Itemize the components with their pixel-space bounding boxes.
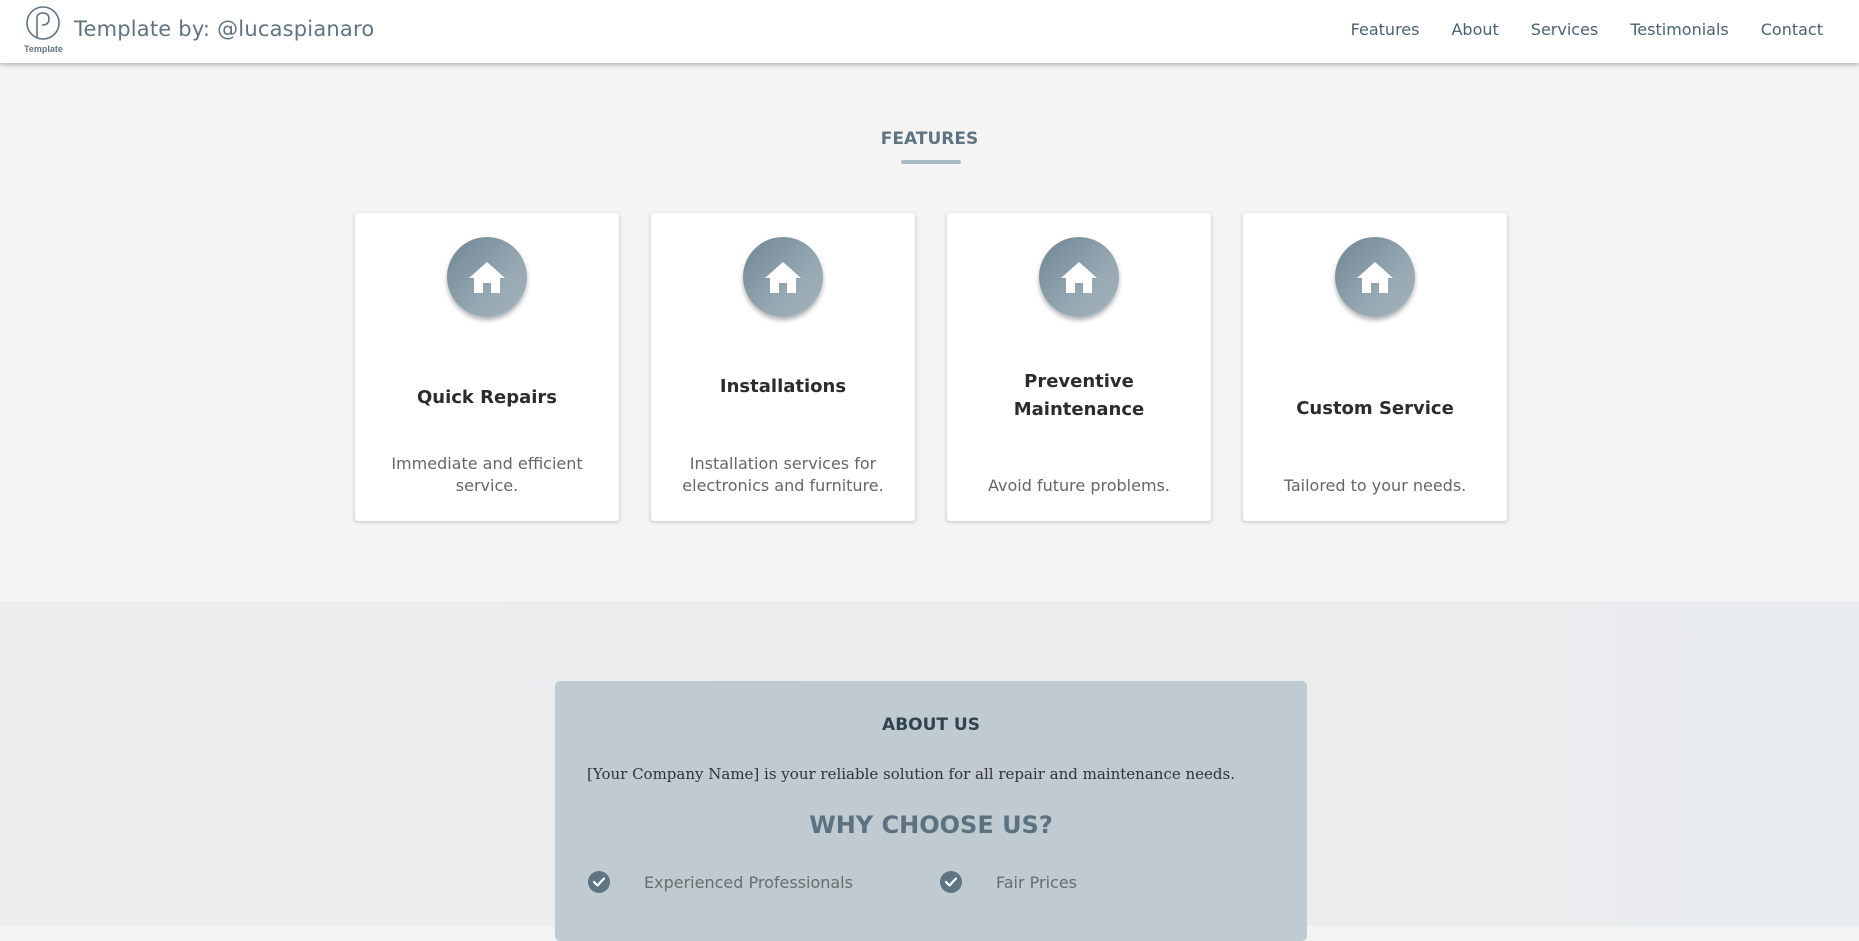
about-text: [Your Company Name] is your reliable sol… (587, 765, 1235, 783)
why-item: Fair Prices (940, 871, 1077, 893)
feature-card-description: Avoid future problems. (988, 476, 1170, 495)
nav-testimonials[interactable]: Testimonials (1630, 20, 1729, 39)
feature-card-title: Installations (719, 376, 847, 397)
main-nav: Features About Services Testimonials Con… (1351, 20, 1823, 39)
check-circle-icon (588, 871, 610, 893)
house-icon (743, 237, 823, 317)
feature-card-preventive-maintenance: Preventive Maintenance Avoid future prob… (947, 213, 1211, 521)
site-header: Template Template by: @lucaspianaro Feat… (0, 0, 1859, 63)
nav-about[interactable]: About (1451, 20, 1498, 39)
why-item-label: Experienced Professionals (644, 872, 853, 892)
features-section: FEATURES Quick Repairs Immediate and eff… (0, 63, 1859, 601)
nav-features[interactable]: Features (1351, 20, 1420, 39)
feature-card-description: Immediate and efficient service. (391, 454, 583, 495)
house-icon (447, 237, 527, 317)
house-icon (1039, 237, 1119, 317)
feature-card-title: Custom Service (1296, 398, 1454, 419)
feature-card-quick-repairs: Quick Repairs Immediate and efficient se… (355, 213, 619, 521)
feature-card-title: Quick Repairs (416, 387, 558, 408)
features-title-underline (901, 160, 961, 164)
feature-card-title: Preventive Maintenance (1013, 371, 1145, 420)
feature-card-description: Installation services for electronics an… (682, 454, 884, 495)
features-title: FEATURES (880, 129, 979, 149)
brand-title[interactable]: Template by: @lucaspianaro (74, 17, 374, 41)
nav-contact[interactable]: Contact (1761, 20, 1823, 39)
check-circle-icon (940, 871, 962, 893)
logo-mark-icon (26, 6, 60, 40)
feature-card-custom-service: Custom Service Tailored to your needs. (1243, 213, 1507, 521)
why-item: Experienced Professionals (588, 871, 853, 893)
house-icon (1335, 237, 1415, 317)
about-title: ABOUT US (882, 715, 980, 735)
why-item-label: Fair Prices (996, 872, 1078, 892)
nav-services[interactable]: Services (1531, 20, 1598, 39)
why-choose-title: WHY CHOOSE US? (809, 811, 1053, 839)
about-section: ABOUT US [Your Company Name] is your rel… (0, 601, 1859, 941)
about-box: ABOUT US [Your Company Name] is your rel… (555, 681, 1307, 941)
feature-card-installations: Installations Installation services for … (651, 213, 915, 521)
feature-card-description: Tailored to your needs. (1283, 476, 1467, 495)
logo-label: Template (24, 44, 63, 54)
